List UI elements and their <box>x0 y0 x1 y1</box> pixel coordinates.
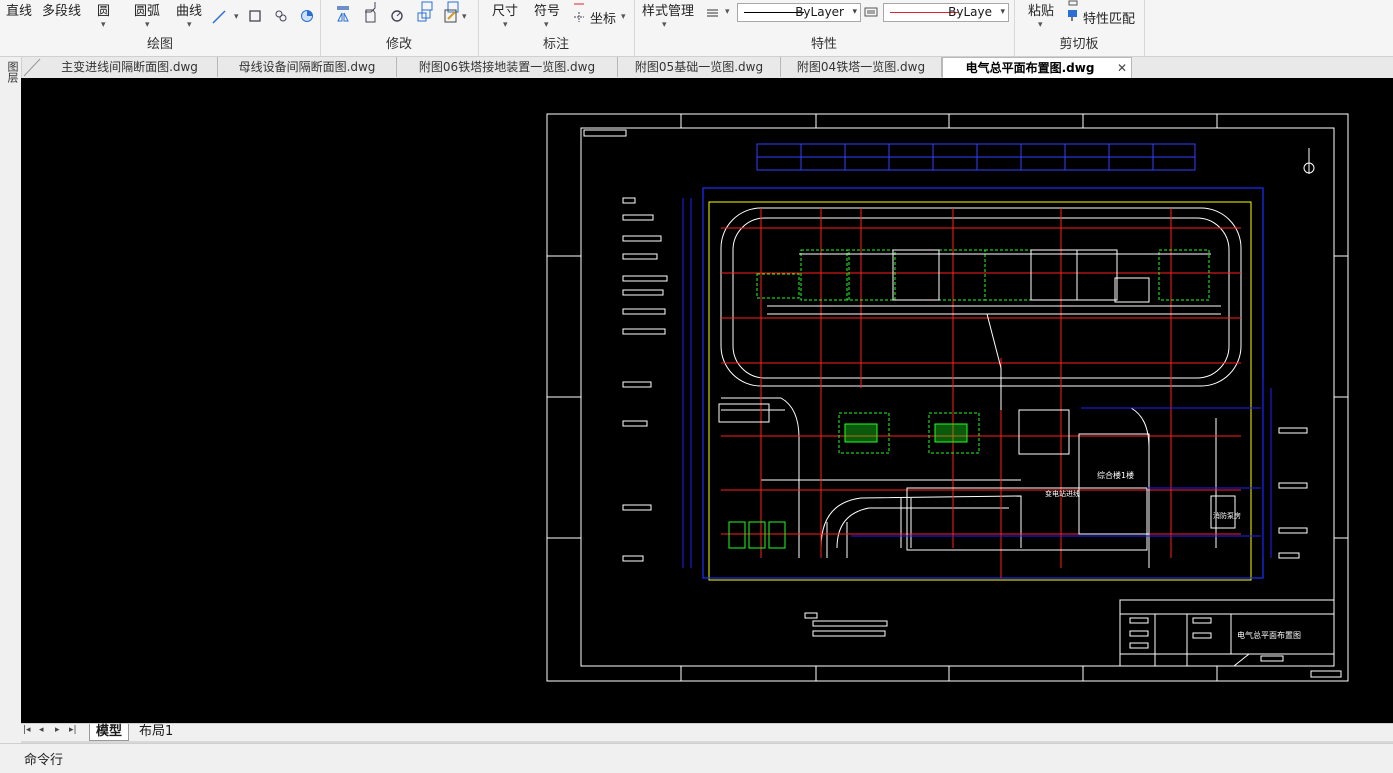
match-properties-button[interactable]: 特性匹配 <box>1083 8 1135 27</box>
clipboard-panel-title: 剪切板 <box>1059 37 1099 52</box>
modify-panel: ▾ 修改 <box>320 0 479 56</box>
arc-button[interactable]: 圆弧 <box>134 0 160 19</box>
file-tab-label: 母线设备间隔断面图.dwg <box>238 60 376 74</box>
linetype-select[interactable]: ByLayer ▾ <box>737 3 861 22</box>
file-tab-label: 附图06铁塔接地装置一览图.dwg <box>418 60 596 74</box>
sheet-inner-border <box>580 127 1335 667</box>
zone-ticks <box>547 114 1348 681</box>
file-tab-5[interactable]: 附图04铁塔一览图.dwg <box>781 57 942 77</box>
rectangle-icon[interactable] <box>248 9 262 23</box>
sheet-outer-border <box>546 113 1349 682</box>
file-tab-label: 附图05基础一览图.dwg <box>634 60 764 74</box>
symbol-button[interactable]: 符号 <box>534 0 560 19</box>
layout-tab-bar: |◂ ◂ ▸ ▸| 模型 布局1 <box>21 723 1393 741</box>
mirror-icon[interactable] <box>336 9 350 23</box>
line-button[interactable]: 直线 <box>6 0 32 19</box>
circle-button[interactable]: 圆 <box>97 0 110 19</box>
dimension-dropdown-icon[interactable]: ▾ <box>503 20 508 30</box>
command-line[interactable]: 命令行 <box>0 743 1393 773</box>
title-block <box>1119 599 1335 667</box>
file-tab-label: 电气总平面布置图.dwg <box>965 61 1095 75</box>
paste-dropdown-icon[interactable]: ▾ <box>1038 20 1043 30</box>
file-tab-label: 主变进线间隔断面图.dwg <box>61 60 198 74</box>
arc-dropdown-icon[interactable]: ▾ <box>145 20 150 30</box>
linetype-scale-icon[interactable] <box>864 5 878 19</box>
linetype-dropdown-icon[interactable]: ▾ <box>852 4 857 21</box>
circle-dropdown-icon[interactable]: ▾ <box>101 20 106 30</box>
draw-panel-title: 绘图 <box>146 37 173 52</box>
draw-more-dropdown-icon[interactable]: ▾ <box>234 12 239 22</box>
curve-dropdown-icon[interactable]: ▾ <box>187 20 192 30</box>
curve-button[interactable]: 曲线 <box>176 0 202 19</box>
roads <box>720 207 1242 568</box>
substation-boundary <box>708 201 1252 581</box>
coordinate-button[interactable]: 坐标 <box>590 8 616 27</box>
leader-icon[interactable] <box>572 0 586 14</box>
rotate-icon[interactable] <box>390 9 404 23</box>
next-layout-icon[interactable]: ▸ <box>55 725 60 735</box>
building-label-main: 综合楼1楼 <box>1097 470 1134 480</box>
properties-panel: 样式管理 ▾ ▾ ByLayer ▾ ByLaye ▾ 特性 <box>634 0 1015 56</box>
color-dropdown-icon[interactable]: ▾ <box>1000 4 1005 21</box>
bay-structures <box>718 249 1236 551</box>
annotate-panel-title: 标注 <box>542 37 569 52</box>
annotation-tags <box>622 197 1308 562</box>
first-layout-icon[interactable]: |◂ <box>23 725 31 735</box>
color-select[interactable]: ByLaye ▾ <box>883 3 1009 22</box>
cable-table <box>756 143 1196 171</box>
drawing-canvas[interactable]: 综合楼1楼 消防泵房 变电站进线 电气总平面布置图 <box>21 78 1393 723</box>
file-tab-3[interactable]: 附图06铁塔接地装置一览图.dwg <box>397 57 618 77</box>
lineweight-dropdown-icon[interactable]: ▾ <box>725 7 730 17</box>
layer-panel-label: 图层 <box>6 61 19 83</box>
layout-tab-model[interactable]: 模型 <box>89 724 130 741</box>
equipment-bays <box>728 249 1210 549</box>
coordinate-dropdown-icon[interactable]: ▾ <box>621 12 626 22</box>
last-layout-icon[interactable]: ▸| <box>69 725 77 735</box>
clipboard-copy-icon[interactable] <box>1066 0 1080 14</box>
layout-tab-layout1[interactable]: 布局1 <box>133 724 179 740</box>
draw-panel: 直线 多段线 圆 圆弧 曲线 ▾ ▾ ▾ ▾ 绘图 <box>0 0 321 56</box>
file-tab-bar: 主变进线间隔断面图.dwg 母线设备间隔断面图.dwg 附图06铁塔接地装置一览… <box>22 57 1393 78</box>
style-manager-dropdown-icon[interactable]: ▾ <box>662 20 667 30</box>
symbol-dropdown-icon[interactable]: ▾ <box>544 20 549 30</box>
dimension-button[interactable]: 尺寸 <box>492 0 518 19</box>
title-block-name: 电气总平面布置图 <box>1237 630 1301 640</box>
file-tab-active[interactable]: 电气总平面布置图.dwg ✕ <box>942 57 1132 78</box>
close-tab-icon[interactable]: ✕ <box>1117 58 1127 78</box>
construction-line-icon[interactable] <box>212 10 226 24</box>
fence-line <box>702 187 1264 579</box>
region-icon[interactable] <box>300 9 314 23</box>
modify-panel-title: 修改 <box>385 37 412 52</box>
prev-layout-icon[interactable]: ◂ <box>39 725 44 735</box>
stretch-icon[interactable] <box>363 9 377 23</box>
command-line-label: 命令行 <box>24 753 64 768</box>
scale-icon[interactable] <box>417 9 431 23</box>
properties-panel-title: 特性 <box>810 37 837 52</box>
tab-corner-icon <box>23 58 41 77</box>
ribbon: 直线 多段线 圆 圆弧 曲线 ▾ ▾ ▾ ▾ 绘图 ▾ 修改 尺寸 符号 ▾ ▾… <box>0 0 1393 57</box>
properties-edit-icon[interactable] <box>444 9 458 23</box>
color-value: ByLaye <box>948 5 992 19</box>
north-arrow <box>1303 148 1315 174</box>
linetype-value: ByLayer <box>795 5 844 19</box>
file-tab-2[interactable]: 母线设备间隔断面图.dwg <box>218 57 397 77</box>
layer-side-panel[interactable]: 图层 <box>0 57 22 723</box>
polyline-button[interactable]: 多段线 <box>42 0 81 19</box>
clipboard-panel: 粘贴 ▾ 特性匹配 剪切板 <box>1014 0 1145 56</box>
building-label-inlet: 变电站进线 <box>1045 489 1080 498</box>
style-manager-button[interactable]: 样式管理 <box>642 0 694 19</box>
modify-more-dropdown-icon[interactable]: ▾ <box>462 12 467 22</box>
paste-button[interactable]: 粘贴 <box>1028 0 1054 19</box>
drawing-svg: 综合楼1楼 消防泵房 变电站进线 电气总平面布置图 <box>546 113 1349 682</box>
file-tab-1[interactable]: 主变进线间隔断面图.dwg <box>42 57 218 77</box>
lineweight-icon[interactable] <box>706 6 720 20</box>
file-tab-4[interactable]: 附图05基础一览图.dwg <box>618 57 781 77</box>
annotate-panel: 尺寸 符号 ▾ ▾ 坐标 ▾ 标注 <box>478 0 635 56</box>
file-tab-label: 附图04铁塔一览图.dwg <box>796 60 926 74</box>
notes-block <box>804 612 888 637</box>
hatch-icon[interactable] <box>274 9 288 23</box>
building-label-pump: 消防泵房 <box>1213 511 1241 520</box>
